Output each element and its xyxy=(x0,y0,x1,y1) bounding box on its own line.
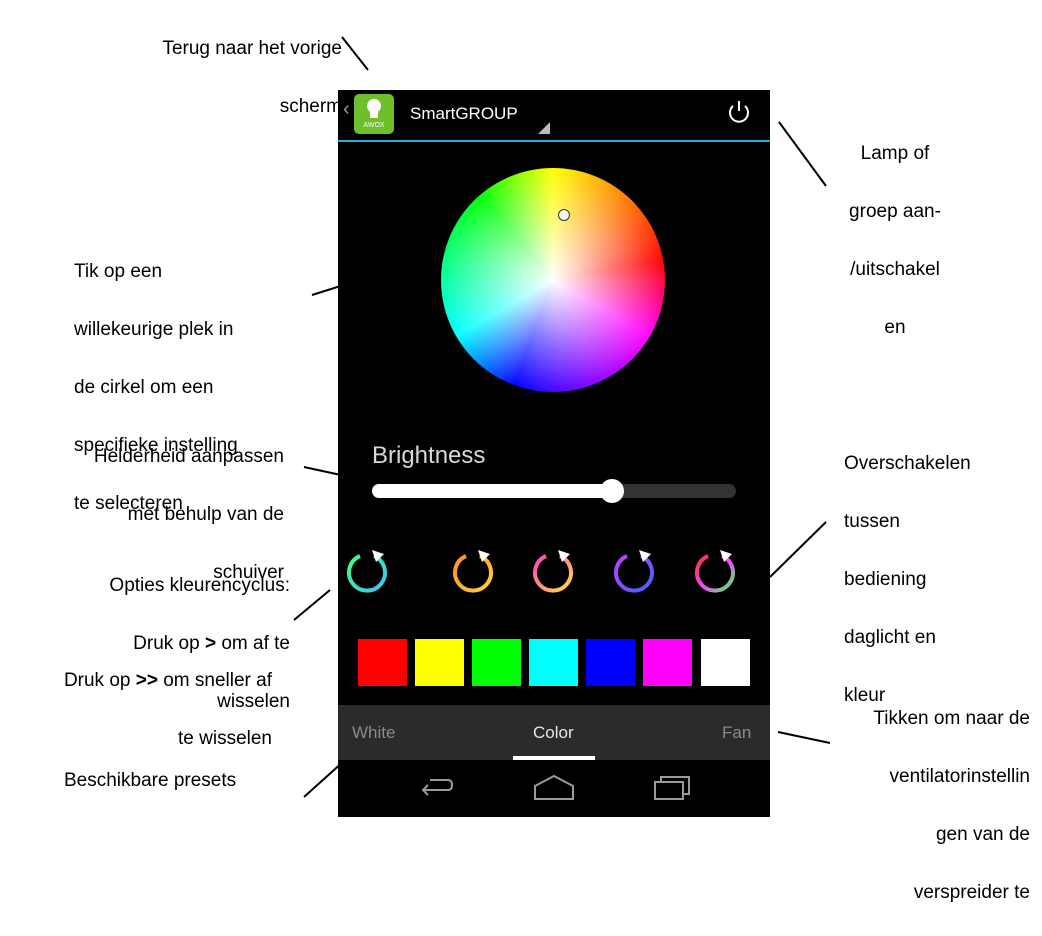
brightness-slider[interactable] xyxy=(372,479,736,503)
color-wheel-handle[interactable] xyxy=(558,209,570,221)
mode-tab-bar: White Color Fan xyxy=(338,705,770,760)
cycle-pink-yellow-icon[interactable] xyxy=(528,546,578,596)
preset-swatch[interactable] xyxy=(415,639,464,686)
android-nav-bar xyxy=(338,760,770,817)
power-icon[interactable] xyxy=(722,96,756,130)
back-icon[interactable] xyxy=(416,772,456,802)
dropdown-triangle-icon[interactable] xyxy=(538,122,550,134)
cycle-green-blue-icon[interactable] xyxy=(342,546,392,596)
app-logo-text: AWOX xyxy=(363,122,385,129)
home-icon[interactable] xyxy=(531,772,577,802)
cycle-orange-yellow-icon[interactable] xyxy=(448,546,498,596)
preset-swatch[interactable] xyxy=(358,639,407,686)
pointer-switch xyxy=(769,521,827,578)
app-logo-icon[interactable]: AWOX xyxy=(354,94,394,134)
tab-color[interactable]: Color xyxy=(533,723,574,743)
preset-swatch[interactable] xyxy=(472,639,521,686)
recents-icon[interactable] xyxy=(651,772,695,802)
preset-swatch[interactable] xyxy=(643,639,692,686)
pointer-power xyxy=(778,121,827,187)
pointer-back xyxy=(341,36,369,71)
brightness-label: Brightness xyxy=(372,442,486,469)
color-wheel-saturation xyxy=(441,168,665,392)
phone-screen: ‹ AWOX SmartGROUP Brightness White Color… xyxy=(338,90,770,817)
tab-fan[interactable]: Fan xyxy=(722,723,751,743)
action-bar: ‹ AWOX SmartGROUP xyxy=(338,90,770,140)
annotation-fan-line: gen van de xyxy=(935,824,1030,845)
brightness-slider-thumb[interactable] xyxy=(600,479,625,503)
tab-white[interactable]: White xyxy=(352,723,395,743)
group-title[interactable]: SmartGROUP xyxy=(410,104,518,124)
brightness-slider-fill xyxy=(372,484,613,498)
preset-swatch[interactable] xyxy=(586,639,635,686)
back-chevron-icon[interactable]: ‹ xyxy=(343,98,350,121)
preset-swatch[interactable] xyxy=(529,639,578,686)
bulb-base xyxy=(370,111,378,118)
cycle-rainbow-icon[interactable] xyxy=(690,546,740,596)
preset-swatch[interactable] xyxy=(701,639,750,686)
pointer-cycle xyxy=(293,589,331,621)
pointer-fan xyxy=(777,731,831,744)
cycle-purple-blue-icon[interactable] xyxy=(609,546,659,596)
annotation-fan-line: verspreider te xyxy=(913,882,1030,903)
action-bar-divider xyxy=(338,140,770,142)
